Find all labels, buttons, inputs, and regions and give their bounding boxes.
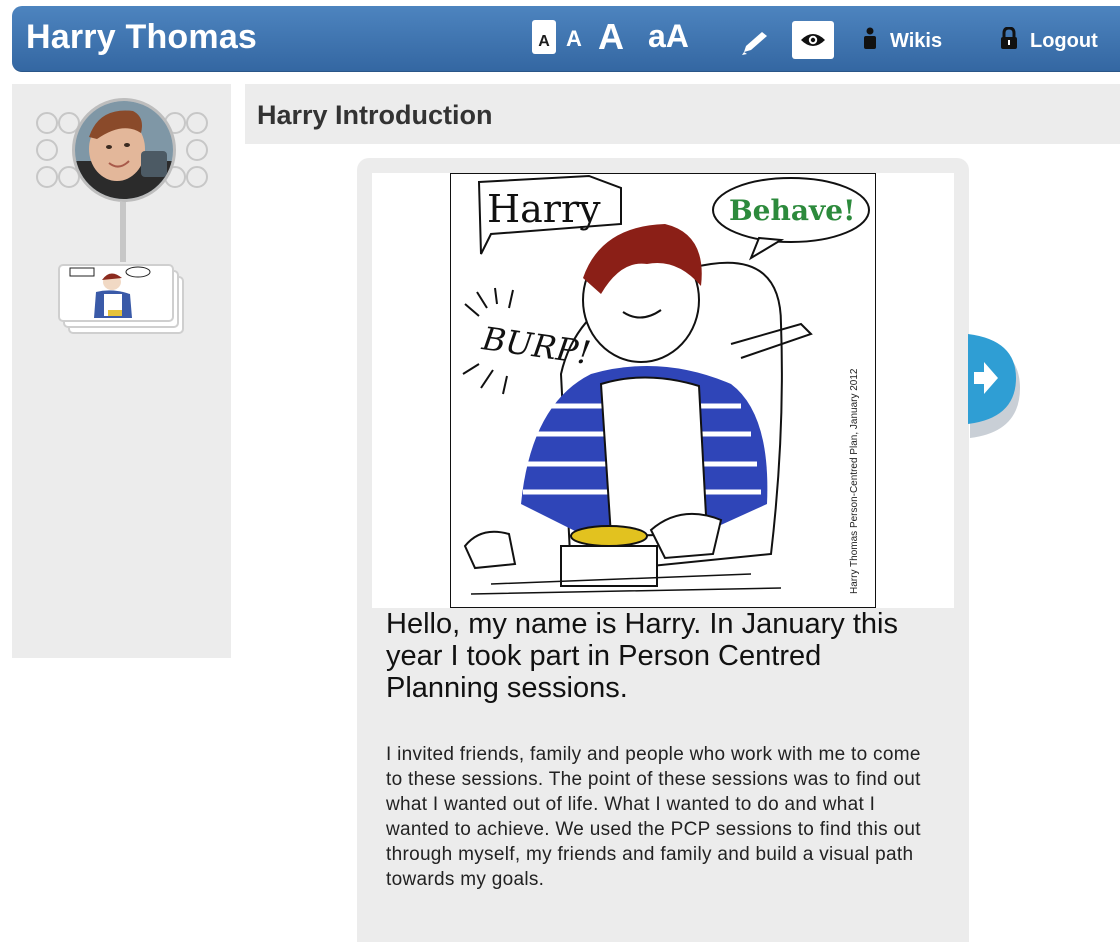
wikis-label: Wikis xyxy=(890,29,943,52)
eye-icon xyxy=(801,34,825,46)
node-ring-icon xyxy=(36,139,58,161)
page-stack-thumbnail[interactable] xyxy=(58,264,188,338)
person-icon xyxy=(862,27,878,55)
label-harry: Harry xyxy=(487,187,601,231)
view-button[interactable] xyxy=(792,21,834,59)
node-ring-icon xyxy=(186,139,208,161)
page-title: Harry Introduction xyxy=(257,100,493,130)
content-panel: Harry Behave! BURP! Harry Thomas Person-… xyxy=(357,158,969,942)
edit-button[interactable] xyxy=(738,28,772,56)
next-page-button[interactable] xyxy=(964,332,1022,440)
font-size-small-button[interactable]: A xyxy=(532,20,556,54)
font-case-toggle-button[interactable]: aA xyxy=(648,18,689,55)
image-frame: Harry Behave! BURP! Harry Thomas Person-… xyxy=(372,173,954,608)
thumbnail-drawing xyxy=(68,266,164,320)
node-ring-icon xyxy=(36,166,58,188)
logout-label: Logout xyxy=(1030,29,1098,52)
avatar[interactable] xyxy=(72,98,176,202)
label-burp: BURP! xyxy=(479,319,593,372)
node-ring-icon xyxy=(186,166,208,188)
intro-heading: Hello, my name is Harry. In January this… xyxy=(386,608,898,704)
sidebar-navigator xyxy=(12,84,231,658)
top-bar: Harry Thomas A A A aA Wikis Logout xyxy=(12,6,1120,72)
app-title: Harry Thomas xyxy=(26,18,258,56)
wikis-button[interactable]: Wikis xyxy=(862,27,942,55)
font-size-medium-button[interactable]: A xyxy=(566,26,582,52)
label-behave: Behave! xyxy=(729,194,855,227)
image-caption: Harry Thomas Person-Centred Plan, Januar… xyxy=(849,368,860,594)
profile-photo xyxy=(75,101,173,199)
harry-drawing: Harry Behave! BURP! Harry Thomas Person-… xyxy=(450,173,876,608)
node-ring-icon xyxy=(36,112,58,134)
arrow-right-icon xyxy=(968,334,1020,438)
intro-body: I invited friends, family and people who… xyxy=(386,744,921,890)
node-ring-icon xyxy=(186,112,208,134)
harry-illustration: Harry Behave! BURP! xyxy=(462,174,870,595)
tree-connector xyxy=(120,202,126,262)
padlock-icon xyxy=(1000,26,1018,55)
font-size-large-button[interactable]: A xyxy=(598,16,624,58)
stack-card-front xyxy=(58,264,174,322)
logout-button[interactable]: Logout xyxy=(1000,26,1098,55)
pencil-icon xyxy=(742,32,767,55)
page-header: Harry Introduction xyxy=(245,84,1120,144)
